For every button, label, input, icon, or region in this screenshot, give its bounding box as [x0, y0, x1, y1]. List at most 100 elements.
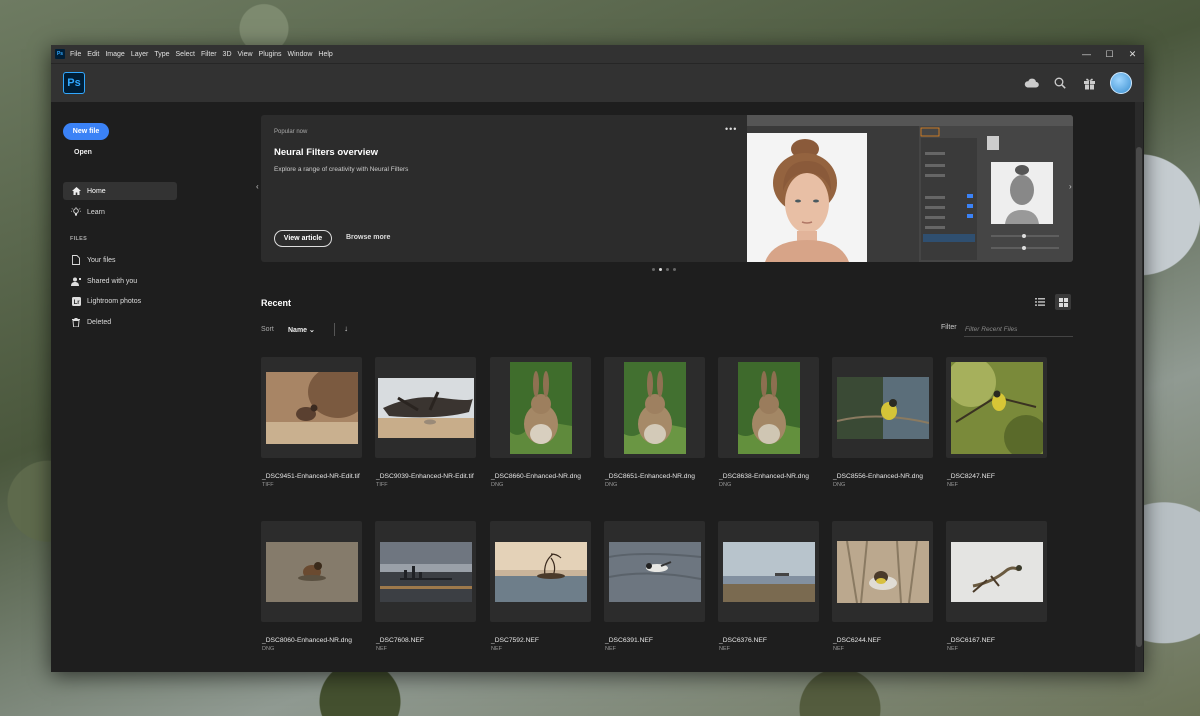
carousel-dot[interactable]	[673, 268, 676, 271]
recent-file-card[interactable]: _DSC6376.NEF NEF	[718, 521, 819, 652]
file-name: _DSC7608.NEF	[376, 637, 424, 644]
lightroom-icon: Lr	[71, 296, 81, 306]
ps-mini-icon: Ps	[55, 49, 65, 59]
file-type: DNG	[262, 646, 275, 652]
file-thumbnail[interactable]	[490, 357, 591, 458]
sidebar-item-shared[interactable]: Shared with you	[63, 272, 177, 290]
browse-more-link[interactable]: Browse more	[346, 234, 390, 241]
menu-select[interactable]: Select	[176, 51, 195, 58]
recent-file-card[interactable]: _DSC6391.NEF NEF	[604, 521, 705, 652]
menu-help[interactable]: Help	[318, 51, 332, 58]
file-thumbnail[interactable]	[832, 357, 933, 458]
file-thumbnail[interactable]	[261, 357, 362, 458]
neural-filters-panel	[919, 126, 1073, 262]
sidebar-item-label: Shared with you	[87, 277, 138, 285]
thumbnail-image	[494, 541, 587, 602]
new-file-button[interactable]: New file	[63, 123, 109, 140]
file-thumbnail[interactable]	[375, 521, 476, 622]
recent-file-card[interactable]: _DSC8247.NEF NEF	[946, 357, 1047, 488]
minimize-button[interactable]: —	[1075, 49, 1098, 60]
cloud-icon[interactable]	[1023, 75, 1039, 91]
sort-direction-icon[interactable]: ↓	[344, 324, 348, 333]
file-name: _DSC6167.NEF	[947, 637, 995, 644]
file-thumbnail[interactable]	[832, 521, 933, 622]
files-section-heading: FILES	[70, 236, 88, 242]
thumbnail-image	[377, 377, 474, 438]
menu-3d[interactable]: 3D	[223, 51, 232, 58]
grid-view-icon[interactable]	[1055, 294, 1071, 310]
photoshop-window: Ps File Edit Image Layer Type Select Fil…	[51, 45, 1144, 672]
sidebar-item-lightroom[interactable]: Lr Lightroom photos	[63, 292, 177, 310]
recent-file-card[interactable]: _DSC7608.NEF NEF	[375, 521, 476, 652]
sort-dropdown[interactable]: Name ⌄	[288, 326, 315, 334]
open-button[interactable]: Open	[74, 149, 92, 156]
file-name: _DSC7592.NEF	[491, 637, 539, 644]
file-thumbnail[interactable]	[718, 521, 819, 622]
file-name: _DSC6244.NEF	[833, 637, 881, 644]
recent-file-card[interactable]: _DSC8651-Enhanced-NR.dng DNG	[604, 357, 705, 488]
more-options-icon[interactable]: •••	[725, 124, 737, 134]
file-name: _DSC8660-Enhanced-NR.dng	[491, 473, 581, 480]
sidebar-item-label: Lightroom photos	[87, 297, 142, 305]
menu-view[interactable]: View	[238, 51, 253, 58]
carousel-prev-icon[interactable]: ‹	[256, 182, 259, 191]
menu-file[interactable]: File	[70, 51, 81, 58]
menu-filter[interactable]: Filter	[201, 51, 217, 58]
recent-file-card[interactable]: _DSC8660-Enhanced-NR.dng DNG	[490, 357, 591, 488]
file-thumbnail[interactable]	[604, 357, 705, 458]
maximize-button[interactable]: ☐	[1098, 49, 1121, 60]
trash-icon	[71, 317, 81, 327]
recent-file-card[interactable]: _DSC8060-Enhanced-NR.dng DNG	[261, 521, 362, 652]
carousel-dot[interactable]	[666, 268, 669, 271]
file-thumbnail[interactable]	[604, 521, 705, 622]
filter-input[interactable]	[964, 323, 1073, 337]
menu-type[interactable]: Type	[154, 51, 169, 58]
thumbnail-image	[836, 540, 929, 603]
sidebar-item-label: Learn	[87, 208, 105, 216]
thumbnail-image	[623, 361, 686, 454]
scrollbar-thumb[interactable]	[1136, 147, 1142, 647]
file-name: _DSC8247.NEF	[947, 473, 995, 480]
view-article-button[interactable]: View article	[274, 230, 332, 247]
sidebar-item-home[interactable]: Home	[63, 182, 177, 200]
file-type: NEF	[376, 646, 387, 652]
sidebar-item-deleted[interactable]: Deleted	[63, 313, 177, 331]
recent-file-card[interactable]: _DSC8638-Enhanced-NR.dng DNG	[718, 357, 819, 488]
thumbnail-image	[379, 541, 472, 602]
file-thumbnail[interactable]	[261, 521, 362, 622]
sidebar-item-learn[interactable]: Learn	[63, 203, 177, 221]
carousel-dots	[652, 268, 676, 271]
close-button[interactable]: ✕	[1121, 49, 1144, 60]
list-view-icon[interactable]	[1032, 294, 1048, 310]
file-thumbnail[interactable]	[718, 357, 819, 458]
menu-window[interactable]: Window	[288, 51, 313, 58]
file-name: _DSC8651-Enhanced-NR.dng	[605, 473, 695, 480]
file-type: DNG	[719, 482, 732, 488]
carousel-dot[interactable]	[652, 268, 655, 271]
file-thumbnail[interactable]	[375, 357, 476, 458]
menu-edit[interactable]: Edit	[87, 51, 99, 58]
carousel-next-icon[interactable]: ›	[1069, 182, 1072, 191]
recent-file-card[interactable]: _DSC9039-Enhanced-NR-Edit.tif TIFF	[375, 357, 476, 488]
gift-icon[interactable]	[1081, 75, 1097, 91]
menu-image[interactable]: Image	[105, 51, 124, 58]
recent-file-card[interactable]: _DSC9451-Enhanced-NR-Edit.tif TIFF	[261, 357, 362, 488]
recent-file-card[interactable]: _DSC6167.NEF NEF	[946, 521, 1047, 652]
recent-file-card[interactable]: _DSC6244.NEF NEF	[832, 521, 933, 652]
menu-plugins[interactable]: Plugins	[259, 51, 282, 58]
recent-heading: Recent	[261, 298, 292, 308]
search-icon[interactable]	[1052, 75, 1068, 91]
menu-layer[interactable]: Layer	[131, 51, 149, 58]
photoshop-logo[interactable]: Ps	[63, 72, 85, 94]
file-thumbnail[interactable]	[490, 521, 591, 622]
carousel-dot[interactable]	[659, 268, 662, 271]
file-thumbnail[interactable]	[946, 521, 1047, 622]
scrollbar[interactable]	[1135, 102, 1143, 672]
recent-file-card[interactable]: _DSC7592.NEF NEF	[490, 521, 591, 652]
recent-file-card[interactable]: _DSC8556-Enhanced-NR.dng DNG	[832, 357, 933, 488]
thumbnail-image	[509, 361, 572, 454]
file-name: _DSC9451-Enhanced-NR-Edit.tif	[262, 473, 360, 480]
file-thumbnail[interactable]	[946, 357, 1047, 458]
user-avatar[interactable]	[1110, 72, 1132, 94]
sidebar-item-your-files[interactable]: Your files	[63, 251, 177, 269]
